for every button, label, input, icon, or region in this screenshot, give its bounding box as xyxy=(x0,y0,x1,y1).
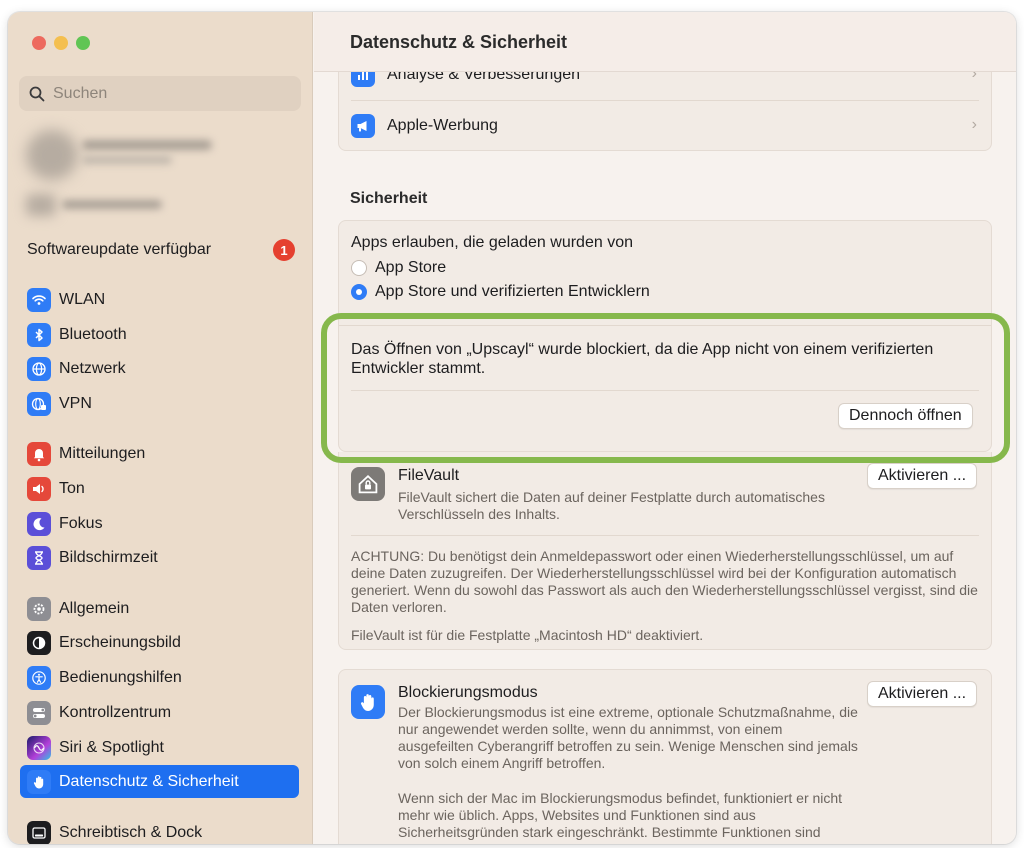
page-title: Datenschutz & Sicherheit xyxy=(350,32,568,52)
sidebar-item-label: Datenschutz & Sicherheit xyxy=(59,772,239,790)
account-blurred[interactable] xyxy=(22,128,222,218)
sidebar-item-label: Ton xyxy=(59,479,85,497)
radio-app-store[interactable]: App Store xyxy=(351,259,446,277)
software-update-item[interactable]: Softwareupdate verfügbar 1 xyxy=(27,238,295,262)
sidebar: Softwareupdate verfügbar 1 WLAN Bluetoot… xyxy=(8,12,313,844)
gear-icon xyxy=(27,596,51,621)
security-card: Apps erlauben, die geladen wurden von Ap… xyxy=(338,220,992,452)
radio-button[interactable] xyxy=(351,260,367,276)
sidebar-item-mitteilungen[interactable]: Mitteilungen xyxy=(20,437,299,470)
close-window-button[interactable] xyxy=(32,36,46,50)
filevault-card: FileVault FileVault sichert die Daten au… xyxy=(338,452,992,650)
globe-icon xyxy=(27,356,51,381)
radio-app-store-verified[interactable]: App Store und verifizierten Entwicklern xyxy=(351,283,650,301)
titlebar: Datenschutz & Sicherheit xyxy=(314,12,1016,72)
sidebar-item-schreibtisch-dock[interactable]: Schreibtisch & Dock xyxy=(20,816,299,844)
filevault-status: FileVault ist für die Festplatte „Macint… xyxy=(351,627,704,643)
sidebar-item-wlan[interactable]: WLAN xyxy=(20,283,299,316)
sidebar-item-label: Mitteilungen xyxy=(59,444,146,462)
sidebar-item-vpn[interactable]: VPN xyxy=(20,387,299,420)
main-content: Datenschutz & Sicherheit Analyse & Verbe… xyxy=(314,12,1016,844)
blocked-app-panel: Das Öffnen von „Upscayl“ wurde blockiert… xyxy=(339,325,991,441)
siri-icon xyxy=(27,735,51,760)
moon-icon xyxy=(27,511,51,536)
sidebar-item-label: Bluetooth xyxy=(59,325,127,343)
blocked-app-message: Das Öffnen von „Upscayl“ wurde blockiert… xyxy=(351,341,934,377)
sidebar-item-label: Netzwerk xyxy=(59,359,126,377)
filevault-title: FileVault xyxy=(398,467,460,484)
traffic-lights xyxy=(32,36,90,50)
sidebar-item-netzwerk[interactable]: Netzwerk xyxy=(20,352,299,385)
sidebar-item-bluetooth[interactable]: Bluetooth xyxy=(20,318,299,351)
search-field[interactable] xyxy=(19,76,301,111)
bell-icon xyxy=(27,441,51,466)
sidebar-item-erscheinungsbild[interactable]: Erscheinungsbild xyxy=(20,626,299,659)
security-section-title: Sicherheit xyxy=(350,190,428,207)
speaker-icon xyxy=(27,476,51,501)
open-anyway-button[interactable]: Dennoch öffnen xyxy=(838,403,973,429)
accessibility-icon xyxy=(27,665,51,690)
wifi-icon xyxy=(27,287,51,312)
sidebar-item-allgemein[interactable]: Allgemein xyxy=(20,592,299,625)
vpn-globe-icon xyxy=(27,391,51,416)
hand-icon xyxy=(27,769,51,794)
sidebar-item-ton[interactable]: Ton xyxy=(20,472,299,505)
sidebar-item-label: Bedienungshilfen xyxy=(59,668,182,686)
lockdown-description-2: Wenn sich der Mac im Blockierungsmodus b… xyxy=(398,790,843,840)
chevron-right-icon: › xyxy=(971,116,977,133)
bluetooth-icon xyxy=(27,322,51,347)
sidebar-item-label: Kontrollzentrum xyxy=(59,703,172,721)
lockdown-title: Blockierungsmodus xyxy=(398,684,538,701)
filevault-warning: ACHTUNG: Du benötigst dein Anmeldepasswo… xyxy=(351,548,978,615)
sidebar-item-label: Bildschirmzeit xyxy=(59,548,158,566)
sidebar-item-label: VPN xyxy=(59,394,92,412)
lockdown-activate-button[interactable]: Aktivieren ... xyxy=(867,681,978,707)
minimize-window-button[interactable] xyxy=(54,36,68,50)
sidebar-item-bedienungshilfen[interactable]: Bedienungshilfen xyxy=(20,661,299,694)
sidebar-item-label: Allgemein xyxy=(59,599,130,617)
sidebar-item-label: Erscheinungsbild xyxy=(59,633,181,651)
sidebar-item-fokus[interactable]: Fokus xyxy=(20,507,299,540)
hand-icon xyxy=(351,685,385,719)
sidebar-item-label: Siri & Spotlight xyxy=(59,738,164,756)
lockdown-description: Der Blockierungsmodus ist eine extreme, … xyxy=(398,704,858,771)
lockdown-card: Blockierungsmodus Der Blockierungsmodus … xyxy=(338,669,992,844)
filevault-description: FileVault sichert die Daten auf deiner F… xyxy=(398,489,825,522)
apple-ads-row[interactable]: Apple-Werbung xyxy=(351,114,498,138)
sidebar-item-label: Fokus xyxy=(59,514,103,532)
filevault-activate-button[interactable]: Aktivieren ... xyxy=(867,463,978,489)
sidebar-item-label: WLAN xyxy=(59,290,106,308)
radio-label: App Store xyxy=(375,259,447,276)
appearance-icon xyxy=(27,630,51,655)
sidebar-item-datenschutz[interactable]: Datenschutz & Sicherheit xyxy=(20,765,299,798)
zoom-window-button[interactable] xyxy=(76,36,90,50)
software-update-label: Softwareupdate verfügbar xyxy=(27,241,212,258)
megaphone-icon xyxy=(351,114,375,138)
search-input[interactable] xyxy=(53,84,283,103)
hourglass-icon xyxy=(27,545,51,570)
search-icon xyxy=(29,86,45,101)
apple-ads-label: Apple-Werbung xyxy=(387,117,498,134)
sidebar-item-kontrollzentrum[interactable]: Kontrollzentrum xyxy=(20,696,299,729)
update-badge: 1 xyxy=(273,239,295,261)
settings-window: Softwareupdate verfügbar 1 WLAN Bluetoot… xyxy=(8,12,1016,844)
allow-apps-label: Apps erlauben, die geladen wurden von xyxy=(351,234,633,251)
sidebar-item-siri-spotlight[interactable]: Siri & Spotlight xyxy=(20,731,299,764)
sidebar-item-label: Schreibtisch & Dock xyxy=(59,823,203,841)
sidebar-item-bildschirmzeit[interactable]: Bildschirmzeit xyxy=(20,541,299,574)
house-lock-icon xyxy=(351,467,385,501)
radio-button-selected[interactable] xyxy=(351,284,367,300)
toggles-icon xyxy=(27,700,51,725)
dock-icon xyxy=(27,820,51,844)
radio-label: App Store und verifizierten Entwicklern xyxy=(375,283,650,300)
